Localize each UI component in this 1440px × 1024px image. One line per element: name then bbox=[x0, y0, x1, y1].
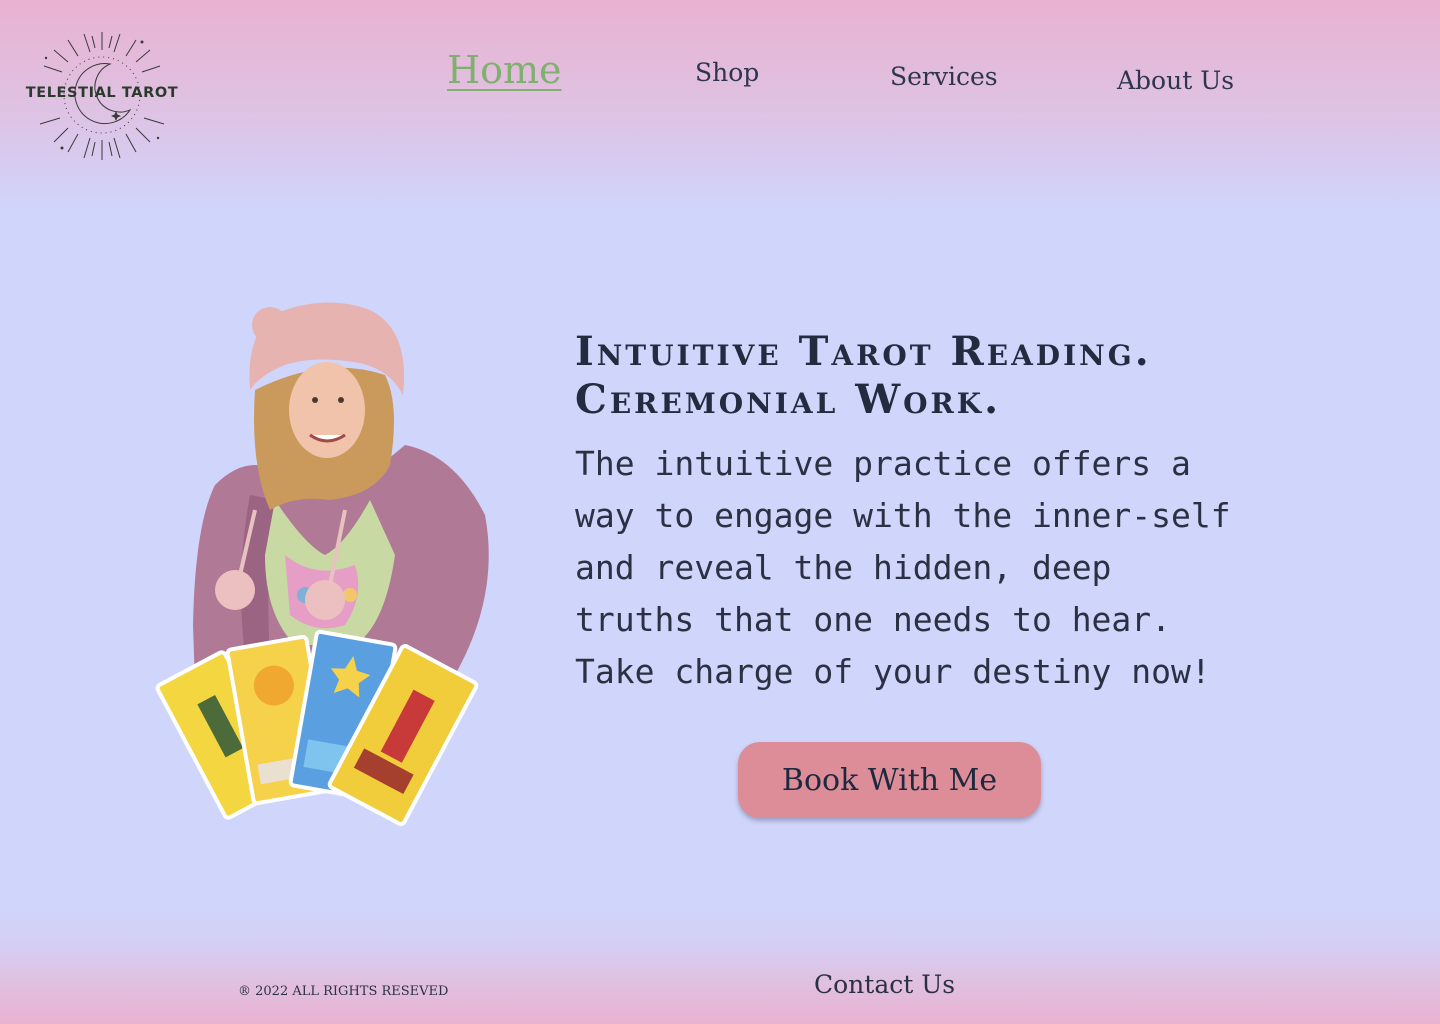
book-with-me-button[interactable]: Book With Me bbox=[738, 742, 1041, 818]
brand-logo[interactable]: TELESTIAL TAROT bbox=[22, 28, 182, 164]
description-line: truths that one needs to hear. bbox=[575, 600, 1172, 639]
hero-headline: Intuitive Tarot Reading. Ceremonial Work… bbox=[575, 328, 1295, 424]
copyright-text: ® 2022 ALL RIGHTS RESEVED bbox=[238, 984, 449, 999]
headline-line: Intuitive Tarot Reading. bbox=[575, 328, 1152, 375]
description-line: and reveal the hidden, deep bbox=[575, 548, 1112, 587]
nav-shop[interactable]: Shop bbox=[695, 58, 759, 87]
description-line: The intuitive practice offers a bbox=[575, 444, 1191, 483]
nav-about-us[interactable]: About Us bbox=[1117, 66, 1234, 95]
logo-text: TELESTIAL TAROT bbox=[25, 85, 179, 101]
headline-line: Ceremonial Work. bbox=[575, 376, 1002, 423]
nav-services[interactable]: Services bbox=[890, 62, 998, 91]
portrait-image bbox=[155, 295, 500, 855]
nav-home[interactable]: Home bbox=[447, 48, 562, 92]
woman-with-tarot-cards-image bbox=[155, 302, 489, 826]
contact-us-link[interactable]: Contact Us bbox=[814, 970, 955, 999]
description-line: Take charge of your destiny now! bbox=[575, 652, 1211, 691]
description-line: way to engage with the inner-self bbox=[575, 496, 1231, 535]
hero-description: The intuitive practice offers a way to e… bbox=[575, 438, 1275, 698]
